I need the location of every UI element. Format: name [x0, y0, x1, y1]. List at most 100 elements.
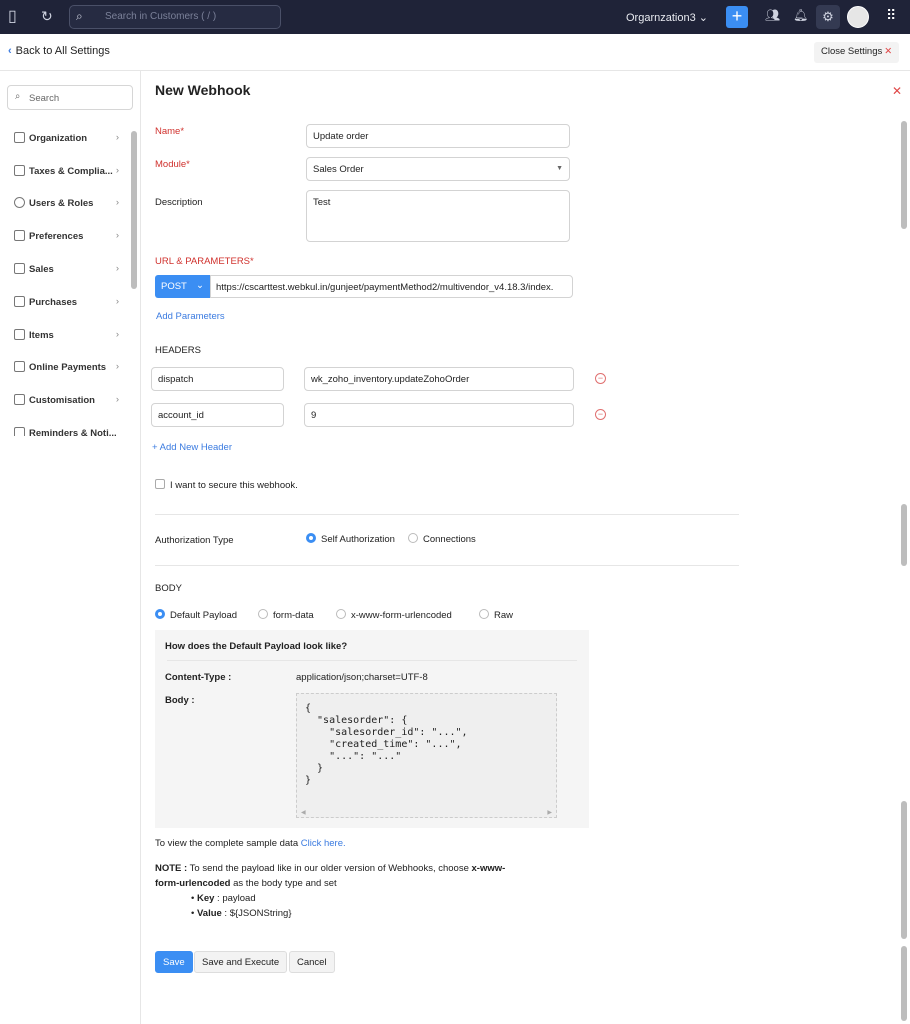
bullet-value: : payload: [214, 893, 256, 904]
chevron-right-icon: ›: [115, 132, 119, 143]
remove-header-icon[interactable]: −: [595, 373, 606, 384]
close-settings-button[interactable]: Close Settings ✕: [814, 42, 900, 63]
add-parameters-link[interactable]: Add Parameters: [156, 311, 225, 322]
sidebar-item-label: Online Payments: [29, 362, 107, 373]
customisation-icon: [14, 394, 25, 405]
url-label: URL & PARAMETERS*: [155, 256, 254, 267]
sidebar-item-customisation[interactable]: Customisation ›: [14, 394, 119, 410]
chevron-right-icon: ›: [115, 263, 119, 274]
body-radio-default[interactable]: Default Payload: [155, 609, 237, 621]
sidebar-item-label: Users & Roles: [29, 198, 94, 209]
organization-switcher[interactable]: Orgarnzation3 ⌄: [626, 11, 708, 24]
search-placeholder: Search: [29, 93, 60, 104]
settings-gear-icon[interactable]: ⚙: [816, 5, 840, 29]
global-search-input[interactable]: ⌕ Search in Customers ( / ): [69, 5, 281, 29]
save-button[interactable]: Save: [155, 951, 193, 973]
scroll-left-icon[interactable]: ◀: [301, 809, 306, 816]
caret-down-icon: ▼: [556, 165, 563, 172]
divider: [155, 565, 739, 566]
note-body: To send the payload like in our older ve…: [187, 863, 472, 874]
checkbox-icon: [155, 479, 165, 489]
sample-data-text: To view the complete sample data Click h…: [155, 838, 346, 849]
radio-icon: [479, 609, 489, 619]
quick-create-button[interactable]: +: [726, 6, 748, 28]
sidebar-search-input[interactable]: ⌕ Search: [7, 85, 133, 110]
sidebar-item-preferences[interactable]: Preferences ›: [14, 230, 119, 246]
main-scrollbar[interactable]: [901, 801, 907, 939]
payload-title: How does the Default Payload look like?: [165, 641, 348, 652]
method-value: POST: [161, 281, 187, 292]
module-select[interactable]: Sales Order ▼: [306, 157, 570, 181]
method-select[interactable]: POST ⌄: [155, 275, 210, 298]
auth-radio-self[interactable]: Self Authorization: [306, 533, 395, 545]
app-logo-icon[interactable]: ▯: [8, 6, 17, 26]
header-value-input[interactable]: 9: [304, 403, 574, 427]
sidebar-item-label: Preferences: [29, 231, 84, 242]
remove-header-icon[interactable]: −: [595, 409, 606, 420]
search-icon: ⌕: [15, 91, 21, 102]
radio-label: Default Payload: [170, 610, 238, 621]
click-here-link[interactable]: Click here.: [301, 838, 346, 849]
header-key-input[interactable]: account_id: [151, 403, 284, 427]
chevron-down-icon: ⌄: [196, 280, 204, 291]
sidebar-scrollbar[interactable]: [131, 131, 137, 289]
body-radio-raw[interactable]: Raw: [479, 609, 513, 621]
body-radio-urlencoded[interactable]: x-www-form-urlencoded: [336, 609, 452, 621]
bullet-value: : ${JSONString}: [221, 908, 292, 919]
secure-webhook-checkbox[interactable]: I want to secure this webhook.: [155, 479, 298, 491]
sidebar-item-purchases[interactable]: Purchases ›: [14, 296, 119, 312]
cancel-button[interactable]: Cancel: [289, 951, 335, 973]
main-scrollbar[interactable]: [901, 121, 907, 229]
tax-icon: [14, 165, 25, 176]
bullet-item: • Value : ${JSONString}: [191, 908, 292, 919]
content-type-label: Content-Type :: [165, 672, 232, 683]
chevron-right-icon: ›: [115, 230, 119, 241]
radio-label: form-data: [273, 610, 314, 621]
chevron-right-icon: ›: [115, 165, 119, 176]
apps-grid-icon[interactable]: ⠿: [886, 7, 896, 24]
sample-text: To view the complete sample data: [155, 838, 299, 849]
avatar[interactable]: [847, 6, 869, 28]
scroll-right-icon[interactable]: ▶: [547, 809, 552, 816]
sidebar-item-sales[interactable]: Sales ›: [14, 263, 119, 279]
description-textarea[interactable]: Test: [306, 190, 570, 242]
sidebar-item-users-roles[interactable]: Users & Roles ›: [14, 197, 119, 213]
main-scrollbar[interactable]: [901, 946, 907, 1021]
bell-icon[interactable]: 🔔︎: [793, 8, 808, 22]
body-radio-form-data[interactable]: form-data: [258, 609, 314, 621]
chevron-right-icon: ›: [115, 296, 119, 307]
bullet-item: • Key : payload: [191, 893, 256, 904]
bullet-key: Value: [196, 908, 222, 919]
name-input[interactable]: Update order: [306, 124, 570, 148]
main-scrollbar[interactable]: [901, 504, 907, 566]
header-key-input[interactable]: dispatch: [151, 367, 284, 391]
top-bar: ▯ ↻ ⌕ Search in Customers ( / ) Orgarnza…: [0, 0, 910, 34]
items-icon: [14, 329, 25, 340]
organization-icon: [14, 132, 25, 143]
payload-code-box[interactable]: { "salesorder": { "salesorder_id": "..."…: [296, 693, 557, 818]
back-to-settings-link[interactable]: ‹ Back to All Settings: [8, 45, 110, 57]
search-icon: ⌕: [76, 9, 83, 23]
auth-radio-connections[interactable]: Connections: [408, 533, 476, 545]
radio-icon: [258, 609, 268, 619]
close-icon[interactable]: ✕: [892, 84, 902, 98]
radio-selected-icon: [306, 533, 316, 543]
add-new-header-link[interactable]: + Add New Header: [152, 442, 232, 453]
content-type-value: application/json;charset=UTF-8: [296, 672, 428, 683]
radio-label: x-www-form-urlencoded: [351, 610, 452, 621]
headers-label: HEADERS: [155, 345, 201, 356]
sidebar-item-items[interactable]: Items ›: [14, 329, 119, 345]
reminder-icon: [14, 427, 25, 436]
url-input[interactable]: https://cscarttest.webkul.in/gunjeet/pay…: [210, 275, 573, 298]
sidebar-item-reminders[interactable]: Reminders & Noti...: [14, 427, 119, 436]
radio-label: Connections: [423, 534, 476, 545]
sidebar-item-label: Organization: [29, 133, 88, 144]
recent-history-icon[interactable]: ↻: [41, 8, 53, 25]
save-and-execute-button[interactable]: Save and Execute: [194, 951, 288, 973]
sidebar-item-taxes[interactable]: Taxes & Complia... ›: [14, 165, 119, 181]
header-value-input[interactable]: wk_zoho_inventory.updateZohoOrder: [304, 367, 574, 391]
name-label: Name*: [155, 126, 185, 137]
sidebar-item-online-payments[interactable]: Online Payments ›: [14, 361, 119, 377]
sidebar-item-organization[interactable]: Organization ›: [14, 132, 119, 148]
users-icon[interactable]: 👥︎: [765, 8, 780, 22]
